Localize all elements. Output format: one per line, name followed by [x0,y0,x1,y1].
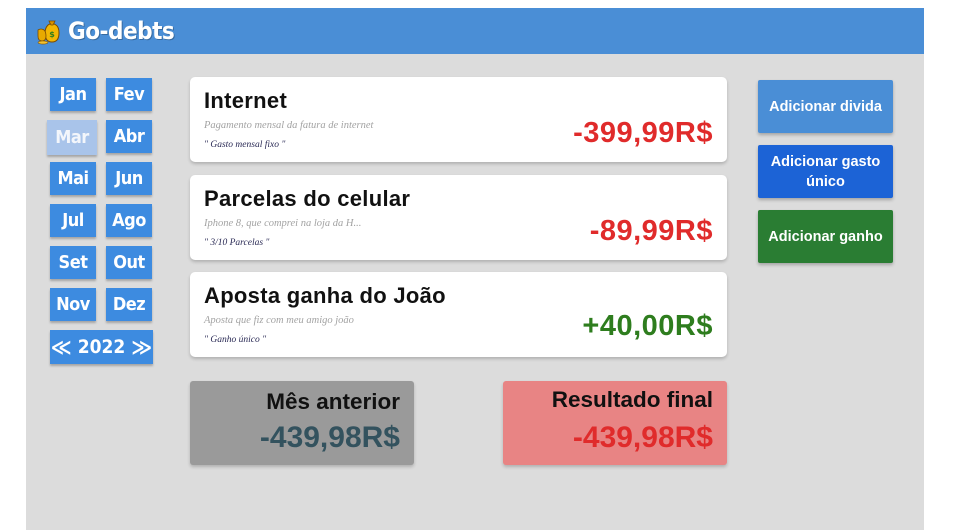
add-debt-button[interactable]: Adicionar divida [758,80,893,133]
entry-title: Aposta ganha do João [204,283,446,308]
entry-tag: " Gasto mensal fixo " [204,140,286,150]
final-result-summary: Resultado final -439,98R$ [503,381,727,465]
entry-card[interactable]: Parcelas do celular Iphone 8, que compre… [190,175,727,260]
month-abr-button[interactable]: Abr [106,120,152,153]
previous-month-label: Mês anterior [266,389,400,414]
entry-description: Aposta que fiz com meu amigo joão [204,315,354,326]
previous-month-summary: Mês anterior -439,98R$ [190,381,414,465]
add-single-expense-button[interactable]: Adicionar gasto único [758,145,893,198]
top-bar: $ Go-debts [26,8,924,54]
entry-description: Pagamento mensal da fatura de internet [204,120,374,131]
month-nov-button[interactable]: Nov [50,288,96,321]
entry-card[interactable]: Internet Pagamento mensal da fatura de i… [190,77,727,162]
month-set-button[interactable]: Set [50,246,96,279]
entry-tag: " Ganho único " [204,335,267,345]
month-jun-button[interactable]: Jun [106,162,152,195]
final-result-value: -439,98R$ [572,421,713,454]
money-bags-icon: $ [37,20,60,45]
previous-year-icon[interactable]: ≪ [51,335,72,359]
previous-month-value: -439,98R$ [259,421,400,454]
year-label: 2022 [77,336,126,358]
month-mai-button[interactable]: Mai [50,162,96,195]
entry-title: Internet [204,88,288,113]
entry-amount: -89,99R$ [589,215,713,247]
month-jul-button[interactable]: Jul [50,204,96,237]
app-title: Go-debts [68,17,175,45]
svg-text:$: $ [49,30,55,39]
next-year-icon[interactable]: ≫ [131,335,152,359]
entry-tag: " 3/10 Parcelas " [204,238,270,248]
app-window: $ Go-debts Jan Fev Mar Abr Mai Jun Jul A… [26,8,924,530]
month-ago-button[interactable]: Ago [106,204,152,237]
entry-amount: -399,99R$ [573,117,713,149]
month-fev-button[interactable]: Fev [106,78,152,111]
month-dez-button[interactable]: Dez [106,288,152,321]
entry-title: Parcelas do celular [204,186,411,211]
entry-amount: +40,00R$ [582,310,713,342]
year-navigator: ≪ 2022 ≫ [50,330,153,364]
final-result-label: Resultado final [551,387,713,412]
month-mar-button[interactable]: Mar [47,120,97,155]
month-jan-button[interactable]: Jan [50,78,96,111]
add-income-button[interactable]: Adicionar ganho [758,210,893,263]
entry-card[interactable]: Aposta ganha do João Aposta que fiz com … [190,272,727,357]
month-out-button[interactable]: Out [106,246,152,279]
entry-description: Iphone 8, que comprei na loja da H... [204,218,362,229]
